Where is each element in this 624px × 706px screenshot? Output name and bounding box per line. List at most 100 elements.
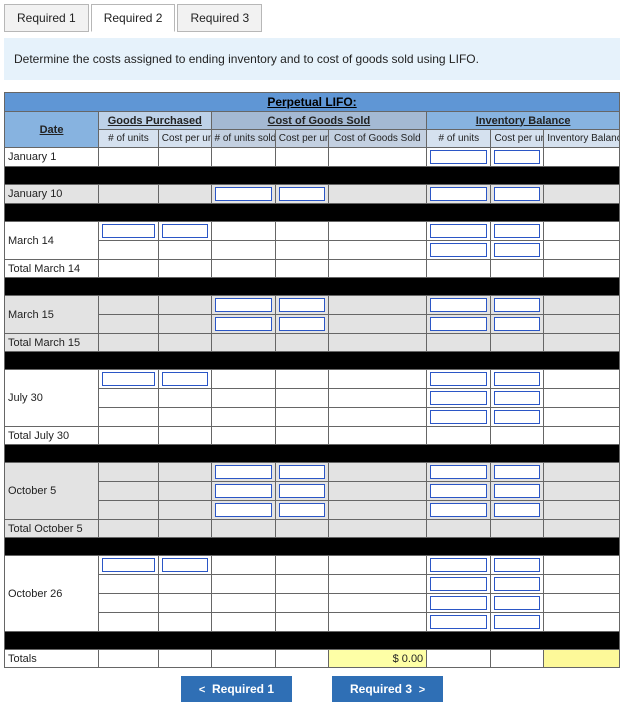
cogs-units-input[interactable] [215,298,272,312]
inv-cost-input[interactable] [494,596,540,610]
inv-units-input[interactable] [430,243,487,257]
inv-units-input[interactable] [430,187,487,201]
date-jan1: January 1 [5,148,99,167]
inv-cost-input[interactable] [494,391,540,405]
inv-cost-input[interactable] [494,187,540,201]
tab-required-3[interactable]: Required 3 [177,4,262,32]
inv-cost-input[interactable] [494,243,540,257]
inv-cost-input[interactable] [494,484,540,498]
next-button[interactable]: Required 3 > [332,676,443,702]
label-total-mar14: Total March 14 [5,260,99,278]
inv-cost-input[interactable] [494,317,540,331]
cogs-units-input[interactable] [215,187,272,201]
row-total-mar14: Total March 14 [5,260,620,278]
table-title: Perpetual LIFO: [5,93,620,112]
date-oct5: October 5 [5,463,99,520]
prev-button[interactable]: < Required 1 [181,676,292,702]
cogs-cost-input[interactable] [279,317,325,331]
cogs-cost-input[interactable] [279,484,325,498]
chevron-right-icon: > [419,684,425,696]
label-total-oct5: Total October 5 [5,520,99,538]
date-oct26: October 26 [5,556,99,632]
row-oct26-1: October 26 [5,556,620,575]
row-totals: Totals $ 0.00 [5,650,620,668]
cogs-units-input[interactable] [215,503,272,517]
inv-cost-input[interactable] [494,298,540,312]
col-gp-cost: Cost per unit [158,130,211,148]
inv-cost-input[interactable] [494,410,540,424]
inv-cost-input[interactable] [494,577,540,591]
cogs-units-input[interactable] [215,465,272,479]
inv-cost-input[interactable] [494,224,540,238]
chevron-left-icon: < [199,684,205,696]
inv-cost-input[interactable] [494,503,540,517]
tab-required-1[interactable]: Required 1 [4,4,89,32]
row-mar15-1: March 15 [5,296,620,315]
inv-units-input[interactable] [430,150,487,164]
col-inv-cost: Cost per unit [491,130,544,148]
inv-units-input[interactable] [430,465,487,479]
gp-units-input[interactable] [102,372,155,386]
prev-label: Required 1 [212,682,274,696]
label-total-jul30: Total July 30 [5,427,99,445]
header-date: Date [5,112,99,148]
tab-bar: Required 1 Required 2 Required 3 [4,4,620,32]
inv-units-input[interactable] [430,577,487,591]
row-jul30-1: July 30 [5,370,620,389]
instruction-text: Determine the costs assigned to ending i… [4,38,620,80]
row-total-mar15: Total March 15 [5,334,620,352]
cogs-cost-input[interactable] [279,465,325,479]
inv-units-input[interactable] [430,410,487,424]
col-cogs-total: Cost of Goods Sold [328,130,427,148]
inv-cost-input[interactable] [494,615,540,629]
date-jan10: January 10 [5,185,99,204]
inv-units-input[interactable] [430,503,487,517]
inv-cost-input[interactable] [494,150,540,164]
nav-bar: < Required 1 Required 3 > [4,676,620,702]
inv-cost-input[interactable] [494,465,540,479]
cogs-cost-input[interactable] [279,503,325,517]
inv-units-input[interactable] [430,391,487,405]
inv-units-input[interactable] [430,317,487,331]
gp-units-input[interactable] [102,224,155,238]
cogs-cost-input[interactable] [279,298,325,312]
inv-units-input[interactable] [430,298,487,312]
date-mar15: March 15 [5,296,99,334]
row-mar14-1: March 14 [5,222,620,241]
header-inventory-balance: Inventory Balance [427,112,620,130]
label-totals: Totals [5,650,99,668]
inv-units-input[interactable] [430,484,487,498]
row-jan10: January 10 [5,185,620,204]
inv-units-input[interactable] [430,224,487,238]
col-cogs-units: # of units sold [211,130,275,148]
gp-cost-input[interactable] [162,224,208,238]
header-goods-purchased: Goods Purchased [99,112,211,130]
col-cogs-cost: Cost per unit [275,130,328,148]
cogs-units-input[interactable] [215,317,272,331]
inv-units-input[interactable] [430,615,487,629]
col-inv-total: Inventory Balance [544,130,620,148]
inv-cost-input[interactable] [494,372,540,386]
gp-cost-input[interactable] [162,372,208,386]
inv-units-input[interactable] [430,558,487,572]
inv-cost-input[interactable] [494,558,540,572]
gp-units-input[interactable] [102,558,155,572]
date-mar14: March 14 [5,222,99,260]
inv-units-input[interactable] [430,596,487,610]
header-cogs: Cost of Goods Sold [211,112,427,130]
col-inv-units: # of units [427,130,491,148]
row-total-oct5: Total October 5 [5,520,620,538]
cogs-cost-input[interactable] [279,187,325,201]
gp-cost-input[interactable] [162,558,208,572]
label-total-mar15: Total March 15 [5,334,99,352]
lifo-table: Perpetual LIFO: Date Goods Purchased Cos… [4,92,620,668]
date-jul30: July 30 [5,370,99,427]
row-oct5-1: October 5 [5,463,620,482]
cogs-units-input[interactable] [215,484,272,498]
tab-required-2[interactable]: Required 2 [91,4,176,32]
cogs-grand-total: $ 0.00 [328,650,427,668]
inventory-grand-total [544,650,620,668]
row-total-jul30: Total July 30 [5,427,620,445]
next-label: Required 3 [350,682,412,696]
inv-units-input[interactable] [430,372,487,386]
